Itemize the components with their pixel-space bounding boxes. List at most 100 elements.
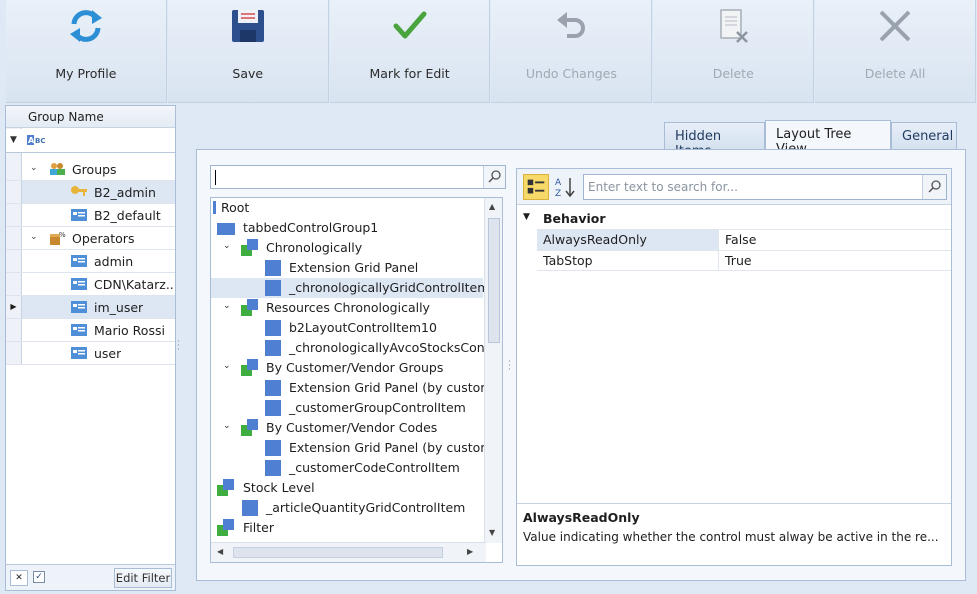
scroll-up-icon[interactable]: ▲ bbox=[489, 202, 495, 211]
tab-layout-tree-view[interactable]: Layout Tree View bbox=[765, 120, 891, 157]
tree-node-filter[interactable]: Filter bbox=[211, 518, 486, 538]
operator-row-mario-rossi[interactable]: Mario Rossi bbox=[6, 319, 175, 342]
scroll-left-icon[interactable]: ◀ bbox=[217, 547, 223, 556]
categorized-view-button[interactable] bbox=[523, 174, 549, 200]
layout-group-icon bbox=[241, 299, 261, 317]
property-category-behavior[interactable]: ▼ Behavior bbox=[517, 209, 951, 229]
auto-filter-row[interactable]: ▼ A BC bbox=[6, 129, 175, 153]
tree-node-stock-level[interactable]: Stock Level bbox=[211, 478, 486, 498]
tree-node-customer-code-control-item[interactable]: _customerCodeControlItem bbox=[211, 458, 486, 478]
text-filter-icon: A BC bbox=[27, 135, 45, 145]
tab-general[interactable]: General bbox=[891, 122, 957, 150]
users-group-icon bbox=[50, 163, 65, 175]
tree-node-extension-grid-panel-by-codes[interactable]: Extension Grid Panel (by customer codes) bbox=[211, 438, 486, 458]
group-name-column-header[interactable]: Group Name bbox=[6, 106, 175, 128]
operator-label: user bbox=[94, 346, 122, 361]
collapse-chevron-icon[interactable]: ⌄ bbox=[30, 163, 38, 173]
group-row-b2-admin[interactable]: B2_admin bbox=[6, 181, 175, 204]
collapse-chevron-icon[interactable]: ⌄ bbox=[223, 241, 231, 251]
category-label: Behavior bbox=[543, 211, 606, 226]
tree-node-extension-grid-panel[interactable]: Extension Grid Panel bbox=[211, 258, 486, 278]
layout-item-icon bbox=[265, 260, 281, 276]
my-profile-button[interactable]: My Profile bbox=[6, 0, 167, 103]
scroll-thumb[interactable] bbox=[488, 218, 500, 343]
layout-group-icon bbox=[217, 479, 237, 497]
svg-text:Z: Z bbox=[555, 189, 561, 199]
current-row-indicator-icon: ▶ bbox=[6, 296, 22, 318]
categorized-icon bbox=[527, 179, 545, 194]
group-label: B2_admin bbox=[94, 185, 156, 200]
tree-node-extension-grid-panel-by-groups[interactable]: Extension Grid Panel (by customer groups… bbox=[211, 378, 486, 398]
alphabetical-view-button[interactable]: A Z bbox=[553, 175, 577, 199]
tree-node-resources-chronologically[interactable]: ⌄ Resources Chronologically bbox=[211, 298, 486, 318]
key-icon bbox=[71, 186, 87, 196]
property-search-button[interactable] bbox=[922, 175, 946, 199]
property-value[interactable]: True bbox=[720, 251, 757, 271]
tree-node-article-quantity-grid-control-item[interactable]: _articleQuantityGridControlItem bbox=[211, 498, 486, 518]
layout-group-icon bbox=[241, 359, 261, 377]
tree-node-by-customer-vendor-groups[interactable]: ⌄ By Customer/Vendor Groups bbox=[211, 358, 486, 378]
tab-hidden-items[interactable]: Hidden Items bbox=[664, 122, 765, 159]
clear-filter-button[interactable]: ✕ bbox=[10, 570, 28, 586]
card-icon bbox=[71, 301, 87, 313]
tree-node-tabbed-control-group[interactable]: tabbedControlGroup1 bbox=[211, 218, 486, 238]
layout-item-icon bbox=[265, 460, 281, 476]
collapse-chevron-icon[interactable]: ⌄ bbox=[30, 232, 38, 242]
group-row-operators[interactable]: ⌄ % Operators bbox=[6, 227, 175, 250]
filter-enabled-checkbox[interactable]: ✓ bbox=[33, 571, 45, 583]
my-profile-label: My Profile bbox=[55, 66, 117, 81]
save-button[interactable]: Save bbox=[167, 0, 329, 103]
floppy-disk-icon bbox=[231, 10, 264, 42]
scroll-right-icon[interactable]: ▶ bbox=[467, 547, 473, 556]
tree-search-input[interactable] bbox=[210, 165, 506, 189]
delete-all-button[interactable]: Delete All bbox=[815, 0, 976, 103]
group-label: Groups bbox=[72, 162, 117, 177]
property-row-tab-stop[interactable]: TabStop True bbox=[537, 250, 951, 271]
layout-item-icon bbox=[265, 380, 281, 396]
layout-tree: Root tabbedControlGroup1 ⌄ Chronological… bbox=[210, 197, 503, 563]
tree-node-chronologically-grid-control-item[interactable]: _chronologicallyGridControlItem bbox=[211, 278, 489, 298]
property-row-always-read-only[interactable]: AlwaysReadOnly False bbox=[537, 229, 951, 250]
tree-horizontal-scrollbar[interactable]: ◀ ▶ bbox=[211, 542, 486, 562]
tree-node-chronologically[interactable]: ⌄ Chronologically bbox=[211, 238, 486, 258]
layout-item-icon bbox=[265, 440, 281, 456]
operator-row-im-user[interactable]: ▶ im_user bbox=[6, 296, 175, 319]
tree-vertical-scrollbar[interactable]: ▲ ▼ bbox=[484, 198, 502, 543]
edit-filter-button[interactable]: Edit Filter bbox=[114, 568, 172, 588]
tree-node-b2-layout-control-item-10[interactable]: b2LayoutControlItem10 bbox=[211, 318, 486, 338]
collapse-chevron-icon[interactable]: ⌄ bbox=[223, 301, 231, 311]
operator-row-user[interactable]: user bbox=[6, 342, 175, 365]
mark-for-edit-button[interactable]: Mark for Edit bbox=[329, 0, 491, 103]
property-search-input[interactable]: Enter text to search for... bbox=[583, 174, 947, 200]
group-row-groups[interactable]: ⌄ Groups bbox=[6, 158, 175, 181]
tree-node-chronologically-avco-stocks-control-item[interactable]: _chronologicallyAvcoStocksControlItem bbox=[211, 338, 486, 358]
operator-label: im_user bbox=[94, 300, 144, 315]
group-grid: Group Name ▼ A BC ⌄ Groups B2_admin B2_d… bbox=[5, 105, 176, 591]
tab-label: General bbox=[902, 129, 954, 144]
description-text: Value indicating whether the control mus… bbox=[523, 530, 939, 544]
left-splitter-handle[interactable]: · · · bbox=[177, 338, 180, 355]
tree-node-customer-group-control-item[interactable]: _customerGroupControlItem bbox=[211, 398, 486, 418]
layout-item-icon bbox=[265, 400, 281, 416]
group-row-b2-default[interactable]: B2_default bbox=[6, 204, 175, 227]
property-value[interactable]: False bbox=[720, 230, 761, 250]
tree-node-root[interactable]: Root bbox=[211, 198, 486, 218]
group-name-header-label: Group Name bbox=[28, 110, 104, 124]
delete-document-icon bbox=[720, 9, 749, 43]
scroll-thumb[interactable] bbox=[233, 547, 443, 558]
collapse-triangle-icon[interactable]: ▼ bbox=[523, 212, 530, 222]
collapse-chevron-icon[interactable]: ⌄ bbox=[223, 421, 231, 431]
ribbon-toolbar: My Profile Save Mark for Edit Undo Chang… bbox=[0, 0, 977, 104]
undo-changes-button[interactable]: Undo Changes bbox=[491, 0, 653, 103]
tree-node-by-customer-vendor-codes[interactable]: ⌄ By Customer/Vendor Codes bbox=[211, 418, 486, 438]
operator-row-cdn-katarz[interactable]: CDN\Katarz... bbox=[6, 273, 175, 296]
group-label: Operators bbox=[72, 231, 135, 246]
save-label: Save bbox=[232, 66, 264, 81]
operator-row-admin[interactable]: admin bbox=[6, 250, 175, 273]
layout-item-icon bbox=[242, 500, 258, 516]
center-splitter-handle[interactable]: · · · bbox=[508, 358, 511, 375]
tree-search-button[interactable] bbox=[483, 166, 505, 188]
scroll-down-icon[interactable]: ▼ bbox=[489, 528, 495, 537]
delete-button[interactable]: Delete bbox=[653, 0, 815, 103]
collapse-chevron-icon[interactable]: ⌄ bbox=[223, 361, 231, 371]
